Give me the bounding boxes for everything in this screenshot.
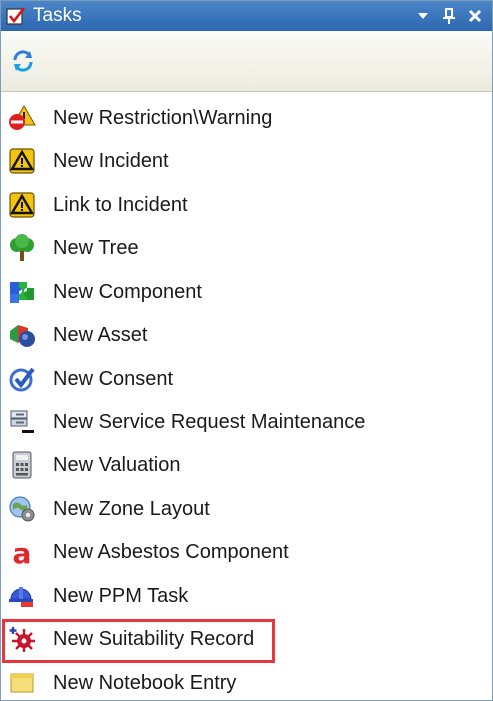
task-label: New Zone Layout bbox=[53, 497, 210, 520]
incident-warning-icon bbox=[7, 146, 37, 176]
task-new-service-request-maintenance[interactable]: New Service Request Maintenance bbox=[1, 402, 492, 442]
task-label: New Consent bbox=[53, 367, 174, 390]
tree-icon bbox=[7, 233, 37, 263]
chevron-down-icon[interactable] bbox=[410, 3, 436, 29]
task-label: New Tree bbox=[53, 236, 139, 259]
valuation-calculator-icon bbox=[7, 450, 37, 480]
task-new-incident[interactable]: New Incident bbox=[1, 141, 492, 181]
task-label: Link to Incident bbox=[53, 193, 188, 216]
task-new-consent[interactable]: New Consent bbox=[1, 359, 492, 399]
task-label: New Asset bbox=[53, 323, 148, 346]
task-label: New PPM Task bbox=[53, 584, 189, 607]
task-new-zone-layout[interactable]: New Zone Layout bbox=[1, 489, 492, 529]
svg-text:a: a bbox=[13, 538, 32, 566]
task-label: New Notebook Entry bbox=[53, 671, 237, 694]
suitability-icon bbox=[7, 624, 37, 654]
task-label: New Component bbox=[53, 280, 202, 303]
tasks-checkbox-icon bbox=[5, 5, 27, 27]
consent-check-icon bbox=[7, 364, 37, 394]
pin-icon[interactable] bbox=[436, 3, 462, 29]
task-label: New Incident bbox=[53, 149, 169, 172]
incident-warning-icon bbox=[7, 190, 37, 220]
panel-toolbar bbox=[1, 31, 492, 92]
task-new-asset[interactable]: New Asset bbox=[1, 315, 492, 355]
task-label: New Service Request Maintenance bbox=[53, 410, 366, 433]
panel-title: Tasks bbox=[33, 5, 82, 26]
task-new-notebook-entry[interactable]: New Notebook Entry bbox=[1, 663, 492, 700]
task-new-restriction-warning[interactable]: New Restriction\Warning bbox=[1, 98, 492, 138]
task-new-asbestos-component[interactable]: a New Asbestos Component bbox=[1, 532, 492, 572]
service-request-icon bbox=[7, 407, 37, 437]
restriction-warning-icon bbox=[7, 103, 37, 133]
task-label: New Asbestos Component bbox=[53, 540, 289, 563]
tasks-panel: Tasks New Restriction\Warning New Incide… bbox=[0, 0, 493, 701]
task-label: New Restriction\Warning bbox=[53, 106, 273, 129]
task-new-ppm-task[interactable]: New PPM Task bbox=[1, 576, 492, 616]
task-link-to-incident[interactable]: Link to Incident bbox=[1, 185, 492, 225]
task-label: New Valuation bbox=[53, 453, 181, 476]
component-puzzle-icon bbox=[7, 277, 37, 307]
close-icon[interactable] bbox=[462, 3, 488, 29]
task-new-suitability-record[interactable]: New Suitability Record bbox=[1, 619, 492, 659]
ppm-hardhat-icon bbox=[7, 581, 37, 611]
zone-layout-icon bbox=[7, 494, 37, 524]
refresh-icon[interactable] bbox=[9, 47, 37, 75]
task-new-tree[interactable]: New Tree bbox=[1, 228, 492, 268]
asset-icon bbox=[7, 320, 37, 350]
task-label: New Suitability Record bbox=[53, 627, 255, 650]
task-new-component[interactable]: New Component bbox=[1, 272, 492, 312]
asbestos-icon: a bbox=[7, 537, 37, 567]
panel-titlebar: Tasks bbox=[1, 1, 492, 31]
task-new-valuation[interactable]: New Valuation bbox=[1, 445, 492, 485]
notebook-icon bbox=[7, 668, 37, 698]
